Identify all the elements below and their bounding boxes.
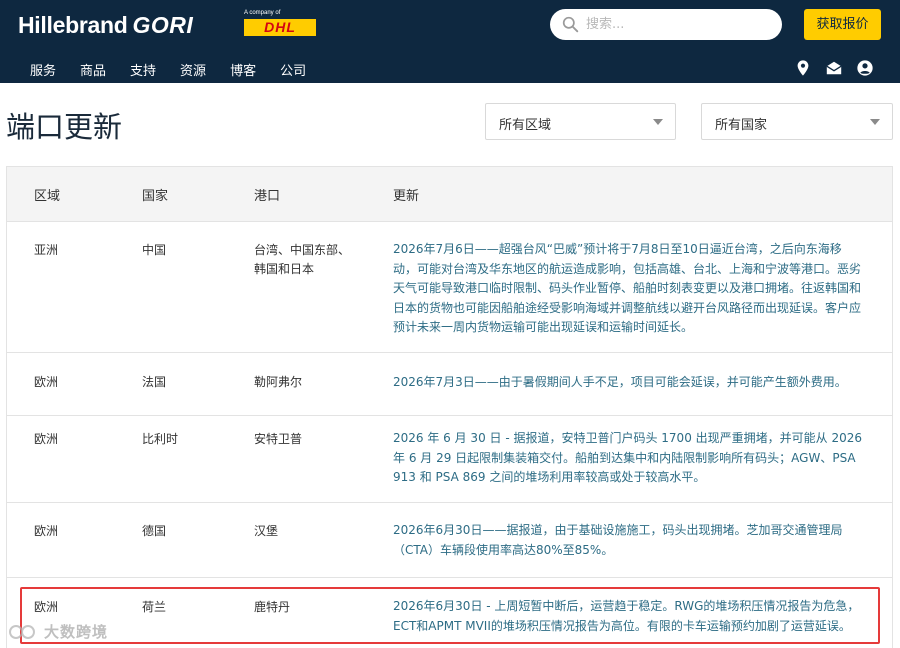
location-pin-icon[interactable] (794, 59, 812, 77)
cell-region: 欧洲 (34, 375, 59, 389)
cell-region: 亚洲 (34, 243, 59, 257)
table-row: 欧洲 法国 勒阿弗尔 2026年7月3日——由于暑假期间人手不足，项目可能会延误… (7, 353, 892, 416)
cell-port: 汉堡 (254, 524, 279, 538)
cell-region: 欧洲 (34, 600, 59, 614)
cell-update: 2026 年 6 月 30 日 - 据报道，安特卫普门户码头 1700 出现严重… (393, 431, 862, 484)
nav-item-resources[interactable]: 资源 (180, 60, 206, 79)
main-nav: 服务 商品 支持 资源 博客 公司 (30, 60, 330, 79)
country-filter-select[interactable]: 所有国家 (701, 103, 893, 140)
table-row: 欧洲 德国 汉堡 2026年6月30日——据报道，由于基础设施施工，码头出现拥堵… (7, 503, 892, 578)
nav-item-blog[interactable]: 博客 (230, 60, 256, 79)
region-filter-value: 所有区域 (499, 118, 552, 133)
cell-port: 台湾、中国东部、韩国和日本 (254, 243, 351, 276)
column-header-port: 港口 (254, 189, 281, 204)
page-root: HillebrandGORI A company of DHL 获取报价 服务 … (0, 0, 900, 648)
table-header: 区域 国家 港口 更新 (7, 167, 892, 222)
table-row: 欧洲 荷兰 鹿特丹 2026年6月30日 - 上周短暂中断后，运营趋于稳定。RW… (7, 578, 892, 648)
cell-port: 鹿特丹 (254, 600, 291, 614)
column-header-region: 区域 (34, 189, 61, 204)
site-header: HillebrandGORI A company of DHL 获取报价 服务 … (0, 0, 900, 83)
brand-name-gori: GORI (132, 12, 194, 38)
cell-update: 2026年7月6日——超强台风“巴威”预计将于7月8日至10日逼近台湾，之后向东… (393, 242, 862, 334)
chevron-down-icon (653, 119, 663, 125)
region-filter-select[interactable]: 所有区域 (485, 103, 676, 140)
nav-item-services[interactable]: 服务 (30, 60, 56, 79)
country-filter-value: 所有国家 (715, 118, 768, 133)
cell-country: 中国 (142, 243, 167, 257)
brand-name: Hillebrand (18, 12, 128, 38)
nav-item-company[interactable]: 公司 (280, 60, 306, 79)
cell-update: 2026年6月30日 - 上周短暂中断后，运营趋于稳定。RWG的堆场积压情况报告… (393, 599, 860, 633)
column-header-country: 国家 (142, 189, 169, 204)
watermark: 大数跨境 (8, 621, 108, 642)
cell-country: 比利时 (142, 432, 179, 446)
nav-item-support[interactable]: 支持 (130, 60, 156, 79)
chevron-down-icon (870, 119, 880, 125)
get-quote-button[interactable]: 获取报价 (804, 9, 881, 40)
cell-country: 法国 (142, 375, 167, 389)
search-box[interactable] (550, 9, 782, 40)
search-icon[interactable] (562, 16, 579, 33)
user-icon[interactable] (856, 59, 874, 77)
column-header-update: 更新 (393, 189, 420, 204)
table-row: 亚洲 中国 台湾、中国东部、韩国和日本 2026年7月6日——超强台风“巴威”预… (7, 222, 892, 353)
search-input[interactable] (586, 14, 772, 35)
cell-update: 2026年7月3日——由于暑假期间人手不足，项目可能会延误，并可能产生额外费用。 (393, 375, 847, 389)
cell-country: 德国 (142, 524, 167, 538)
nav-item-products[interactable]: 商品 (80, 60, 106, 79)
cell-country: 荷兰 (142, 600, 167, 614)
cell-port: 勒阿弗尔 (254, 375, 303, 389)
page-title: 端口更新 (6, 110, 123, 144)
table-row: 欧洲 比利时 安特卫普 2026 年 6 月 30 日 - 据报道，安特卫普门户… (7, 416, 892, 503)
watermark-text: 大数跨境 (44, 623, 109, 641)
cell-port: 安特卫普 (254, 432, 303, 446)
port-updates-table: 区域 国家 港口 更新 亚洲 中国 台湾、中国东部、韩国和日本 2026年7月6… (6, 166, 893, 648)
dhl-badge: DHL (244, 19, 316, 36)
cell-region: 欧洲 (34, 432, 59, 446)
watermark-logo-icon (9, 624, 35, 639)
cell-region: 欧洲 (34, 524, 59, 538)
brand-logo[interactable]: Hillebrand GORI (18, 12, 193, 39)
cell-update: 2026年6月30日——据报道，由于基础设施施工，码头出现拥堵。芝加哥交通管理局… (393, 523, 843, 557)
header-icon-group (794, 59, 874, 77)
mail-icon[interactable] (825, 59, 843, 77)
company-of-label: A company of (244, 10, 281, 16)
dhl-logo: A company of DHL (244, 10, 318, 38)
